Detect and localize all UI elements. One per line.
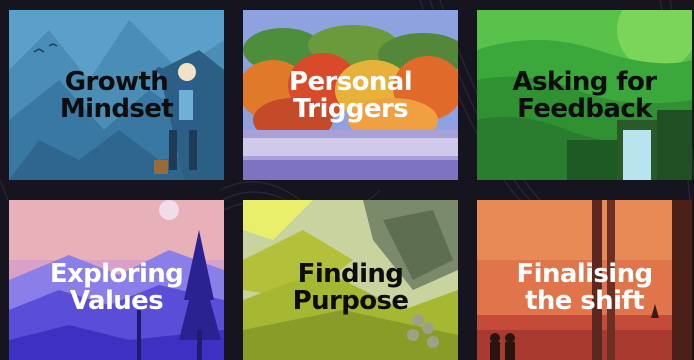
- card-exploring-values[interactable]: Exploring Values: [9, 200, 224, 360]
- card-title: Growth Mindset: [59, 67, 174, 124]
- card-title: Personal Triggers: [288, 67, 413, 124]
- card-title: Finding Purpose: [292, 259, 409, 316]
- card-finalising-the-shift[interactable]: Finalising the shift: [477, 200, 692, 360]
- card-finding-purpose[interactable]: Finding Purpose: [243, 200, 458, 360]
- card-growth-mindset[interactable]: Growth Mindset: [9, 10, 224, 180]
- card-title: Asking for Feedback: [512, 67, 658, 124]
- card-asking-for-feedback[interactable]: Asking for Feedback: [477, 10, 692, 180]
- card-personal-triggers[interactable]: Personal Triggers: [243, 10, 458, 180]
- card-title: Finalising the shift: [516, 259, 653, 316]
- card-title: Exploring Values: [49, 259, 184, 316]
